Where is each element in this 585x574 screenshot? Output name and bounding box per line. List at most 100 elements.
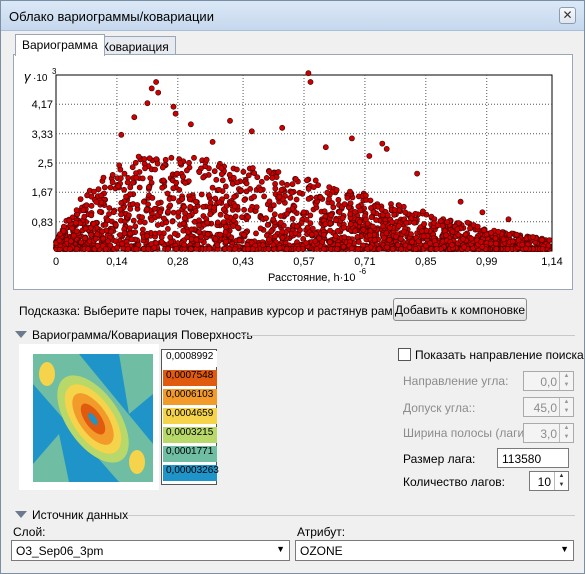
- scatter-point: [94, 242, 101, 249]
- scatter-point: [412, 246, 419, 252]
- x-axis-label: Расстояние, h·10: [268, 272, 356, 284]
- scatter-point: [321, 246, 327, 252]
- scatter-point: [262, 215, 269, 222]
- scatter-point: [128, 236, 135, 243]
- chevron-down-icon[interactable]: ▼: [560, 544, 569, 554]
- variogram-cloud-chart[interactable]: 0,831,672,53,334,17 0 0,14 0,28 0,43 0,57 0,7…: [14, 55, 572, 289]
- spin-down-icon[interactable]: ▼: [560, 381, 573, 390]
- scatter-point: [266, 168, 273, 175]
- scatter-point: [102, 246, 109, 252]
- scatter-point: [439, 222, 446, 229]
- scatter-point: [160, 215, 167, 222]
- scatter-point: [203, 156, 210, 163]
- scatter-point: [175, 209, 182, 216]
- tab-variogram[interactable]: Вариограмма: [15, 34, 105, 56]
- scatter-point: [216, 199, 222, 206]
- scatter-point: [144, 206, 150, 213]
- scatter-point: [315, 182, 321, 189]
- spin-up-icon[interactable]: ▲: [560, 424, 573, 433]
- scatter-point: [283, 210, 290, 217]
- scatter-point: [218, 165, 225, 172]
- spin-down-icon[interactable]: ▼: [555, 481, 568, 490]
- bandwidth-label: Ширина полосы (лаги):: [403, 426, 532, 440]
- scatter-point: [88, 212, 95, 219]
- lag-size-input[interactable]: 113580: [497, 448, 569, 468]
- close-button[interactable]: ✕: [559, 7, 576, 24]
- scatter-point: [186, 159, 192, 166]
- title-bar[interactable]: Облако вариограммы/ковариации ✕: [1, 1, 584, 31]
- scatter-point: [233, 166, 240, 173]
- legend-swatch-3: 0,0006103: [163, 389, 217, 405]
- scatter-point: [116, 162, 123, 169]
- scatter-point: [127, 205, 134, 212]
- legend-swatch-2: 0,0007548: [163, 370, 217, 386]
- scatter-point: [196, 217, 202, 224]
- show-direction-checkbox[interactable]: [398, 348, 411, 361]
- spin-down-icon[interactable]: ▼: [560, 407, 573, 416]
- scatter-point: [449, 228, 456, 235]
- tab-covariance[interactable]: Ковариация: [95, 36, 176, 55]
- layer-dropdown[interactable]: O3_Sep06_3pm ▼: [11, 540, 290, 561]
- collapse-arrow-icon: [15, 331, 27, 338]
- scatter-point: [85, 246, 91, 252]
- variogram-cloud-panel: 0,83 1,67 2,5 3,33 4,17 0 0,14 0,28 0,43 0,57 0,7…: [13, 54, 573, 290]
- scatter-point: [127, 230, 133, 237]
- angle-direction-spinner[interactable]: 0,0 ▲ ▼: [523, 371, 574, 391]
- scatter-point: [493, 240, 500, 247]
- spin-up-icon[interactable]: ▲: [560, 372, 573, 381]
- scatter-point: [462, 231, 469, 238]
- scatter-point: [260, 242, 266, 249]
- spin-up-icon[interactable]: ▲: [555, 472, 568, 481]
- scatter-point: [398, 246, 404, 252]
- scatter-point: [402, 209, 409, 216]
- scatter-point: [142, 165, 148, 172]
- spin-down-icon[interactable]: ▼: [560, 433, 573, 442]
- scatter-point: [135, 153, 142, 160]
- scatter-point: [368, 205, 374, 211]
- scatter-point: [368, 214, 375, 221]
- attribute-dropdown[interactable]: OZONE ▼: [295, 540, 574, 561]
- scatter-point: [227, 117, 233, 124]
- scatter-point: [400, 228, 407, 235]
- source-section-header[interactable]: Источник данных: [15, 508, 128, 522]
- scatter-point: [284, 181, 290, 188]
- scatter-point: [167, 202, 174, 209]
- scatter-point: [539, 237, 545, 243]
- add-to-layout-button[interactable]: Добавить к компоновке: [393, 298, 527, 321]
- spin-up-icon[interactable]: ▲: [560, 398, 573, 407]
- scatter-point: [334, 227, 341, 234]
- surface-graphic: [33, 354, 153, 482]
- scatter-point: [170, 103, 177, 110]
- scatter-point: [87, 224, 94, 231]
- scatter-point: [130, 217, 137, 224]
- scatter-point: [113, 221, 119, 228]
- x-axis-exponent: -6: [359, 267, 367, 276]
- scatter-point: [114, 244, 121, 251]
- scatter-point: [268, 228, 275, 235]
- lag-count-spinner[interactable]: 10 ▲ ▼: [529, 471, 569, 491]
- surface-section-header[interactable]: Вариограмма/Ковариация Поверхность: [15, 328, 253, 342]
- scatter-point: [539, 246, 546, 252]
- scatter-point: [327, 227, 333, 234]
- scatter-point: [366, 232, 373, 239]
- scatter-point: [223, 238, 229, 245]
- scatter-point: [204, 219, 211, 226]
- bandwidth-spinner[interactable]: 3,0 ▲ ▼: [523, 423, 574, 443]
- angle-tolerance-spinner[interactable]: 45,0 ▲ ▼: [523, 397, 574, 417]
- scatter-point: [130, 179, 136, 186]
- scatter-point: [236, 237, 243, 244]
- x-tick-labels: 0 0,14 0,28 0,43 0,57 0,71 0,85 0,99 1,14: [53, 256, 563, 268]
- scatter-point: [362, 192, 369, 199]
- scatter-point: [360, 242, 366, 249]
- scatter-point: [279, 124, 286, 131]
- scatter-point: [389, 219, 395, 226]
- scatter-point: [251, 170, 258, 176]
- scatter-point: [373, 217, 379, 223]
- scatter-point: [214, 242, 221, 249]
- scatter-point: [287, 194, 294, 201]
- chevron-down-icon[interactable]: ▼: [276, 544, 285, 554]
- scatter-point: [348, 135, 355, 142]
- scatter-point: [312, 238, 319, 245]
- scatter-point: [204, 231, 211, 238]
- scatter-point: [307, 79, 314, 85]
